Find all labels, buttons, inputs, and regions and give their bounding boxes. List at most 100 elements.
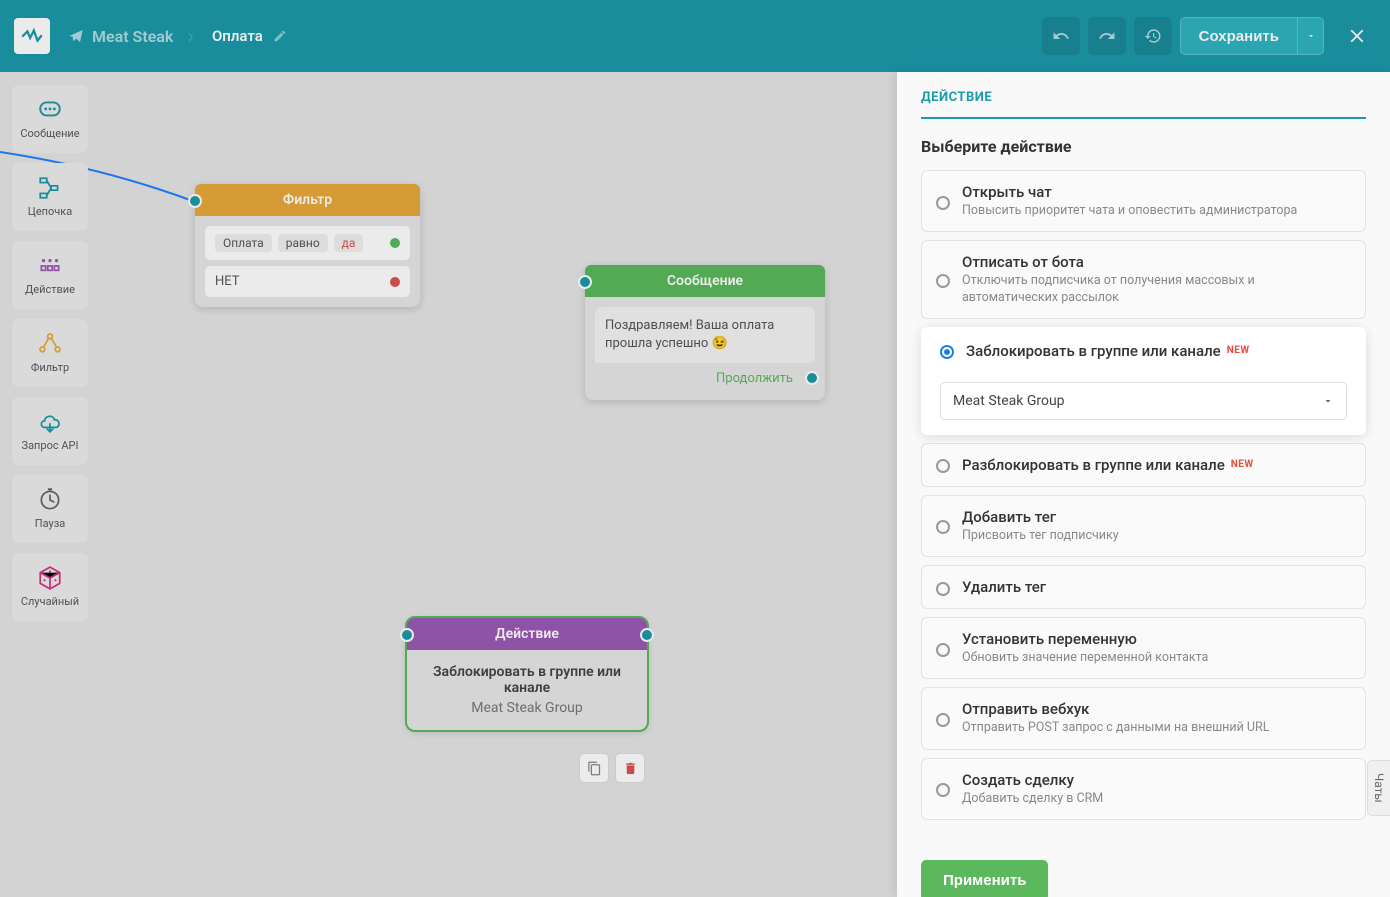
node-toolbar (579, 753, 645, 783)
node-filter[interactable]: Фильтр Оплата равно да НЕТ (195, 184, 420, 307)
action-option-2[interactable]: Заблокировать в группе или каналеNEW Meat… (921, 327, 1366, 435)
filter-row-yes[interactable]: Оплата равно да (205, 226, 410, 260)
telegram-icon (68, 28, 84, 44)
action-description: Отключить подписчика от получения массов… (962, 273, 1351, 306)
filter-val: да (334, 234, 364, 252)
header-bar: Meat Steak › Оплата Сохранить (0, 0, 1390, 72)
action-label: Отписать от бота (962, 253, 1351, 271)
duplicate-button[interactable] (579, 753, 609, 783)
action-label: Отправить вебхук (962, 700, 1269, 718)
action-label: Заблокировать в группе или каналеNEW (966, 342, 1347, 360)
action-option-4[interactable]: Добавить тег Присвоить тег подписчику (921, 495, 1366, 557)
filter-icon (37, 331, 63, 357)
node-action-header: Действие (407, 618, 647, 650)
action-option-5[interactable]: Удалить тег (921, 565, 1366, 609)
action-label: Открыть чат (962, 183, 1297, 201)
action-option-3[interactable]: Разблокировать в группе или каналеNEW (921, 443, 1366, 487)
tool-sidebar: Сообщение Цепочка Действие Фильтр Запрос… (12, 85, 88, 621)
radio-icon (936, 274, 950, 288)
delete-button[interactable] (615, 753, 645, 783)
sidebar-label: Случайный (21, 596, 79, 608)
chain-icon (37, 175, 63, 201)
message-icon (37, 97, 63, 123)
sidebar-item-api[interactable]: Запрос API (12, 397, 88, 465)
radio-icon (936, 520, 950, 534)
action-panel: ДЕЙСТВИЕ Выберите действие Открыть чат По… (897, 72, 1390, 897)
action-label: Добавить тег (962, 508, 1119, 526)
action-icon (37, 253, 63, 279)
history-button[interactable] (1134, 17, 1172, 55)
port-out[interactable] (805, 371, 819, 385)
port-out[interactable] (640, 628, 654, 642)
port-in[interactable] (400, 628, 414, 642)
filter-no-label: НЕТ (215, 274, 240, 289)
redo-button[interactable] (1088, 17, 1126, 55)
radio-icon (940, 345, 954, 359)
sidebar-label: Фильтр (31, 362, 69, 374)
node-action[interactable]: Действие Заблокировать в группе или кана… (407, 618, 647, 730)
radio-icon (936, 713, 950, 727)
filter-row-no[interactable]: НЕТ (205, 266, 410, 297)
group-select-dropdown[interactable]: Meat Steak Group (940, 382, 1347, 420)
node-message[interactable]: Сообщение Поздравляем! Ваша оплата прошл… (585, 265, 825, 400)
breadcrumb-separator: › (187, 24, 194, 49)
action-label: Разблокировать в группе или каналеNEW (962, 456, 1254, 474)
chats-tab[interactable]: Чаты (1367, 760, 1390, 816)
action-description: Повысить приоритет чата и оповестить адм… (962, 203, 1297, 219)
panel-heading: Выберите действие (921, 137, 1366, 156)
action-label: Удалить тег (962, 578, 1046, 596)
sidebar-label: Действие (25, 284, 75, 296)
node-message-header: Сообщение (585, 265, 825, 297)
sidebar-label: Пауза (35, 518, 66, 530)
edit-icon[interactable] (273, 29, 287, 43)
new-badge: NEW (1227, 345, 1250, 356)
filter-var: Оплата (215, 234, 272, 252)
bot-name-label: Meat Steak (92, 27, 173, 46)
message-body: Поздравляем! Ваша оплата прошла успешно … (595, 307, 815, 363)
action-heading: Заблокировать в группе или канале (417, 664, 637, 696)
message-continue[interactable]: Продолжить (595, 363, 815, 390)
port-in[interactable] (578, 275, 592, 289)
app-logo[interactable] (14, 18, 50, 54)
sidebar-item-action[interactable]: Действие (12, 241, 88, 309)
sidebar-item-random[interactable]: Случайный (12, 553, 88, 621)
action-description: Добавить сделку в CRM (962, 791, 1103, 807)
action-description: Присвоить тег подписчику (962, 528, 1119, 544)
sidebar-label: Цепочка (28, 206, 72, 218)
save-dropdown-button[interactable] (1298, 17, 1324, 55)
radio-icon (936, 783, 950, 797)
radio-icon (936, 643, 950, 657)
close-button[interactable] (1338, 17, 1376, 55)
breadcrumb-label: Оплата (212, 27, 263, 45)
action-sub: Meat Steak Group (417, 700, 637, 716)
pause-icon (37, 487, 63, 513)
sidebar-label: Сообщение (20, 128, 79, 140)
filter-op: равно (278, 234, 328, 252)
sidebar-item-filter[interactable]: Фильтр (12, 319, 88, 387)
filter-dot-green (390, 238, 400, 248)
new-badge: NEW (1231, 459, 1254, 470)
action-description: Отправить POST запрос с данными на внешн… (962, 720, 1269, 736)
action-description: Обновить значение переменной контакта (962, 650, 1208, 666)
radio-icon (936, 459, 950, 473)
sidebar-item-pause[interactable]: Пауза (12, 475, 88, 543)
action-option-8[interactable]: Создать сделку Добавить сделку в CRM (921, 758, 1366, 820)
breadcrumb-item[interactable]: Оплата (212, 27, 287, 45)
action-label: Создать сделку (962, 771, 1103, 789)
action-option-6[interactable]: Установить переменнуюОбновить значение п… (921, 617, 1366, 679)
action-option-7[interactable]: Отправить вебхук Отправить POST запрос с … (921, 687, 1366, 749)
sidebar-item-chain[interactable]: Цепочка (12, 163, 88, 231)
port-in[interactable] (188, 194, 202, 208)
api-icon (37, 409, 63, 435)
action-option-0[interactable]: Открыть чат Повысить приоритет чата и опо… (921, 170, 1366, 232)
action-option-1[interactable]: Отписать от бота Отключить подписчика от … (921, 240, 1366, 319)
filter-dot-red (390, 277, 400, 287)
sidebar-item-message[interactable]: Сообщение (12, 85, 88, 153)
undo-button[interactable] (1042, 17, 1080, 55)
node-filter-header: Фильтр (195, 184, 420, 216)
chevron-down-icon (1322, 395, 1334, 407)
panel-title: ДЕЙСТВИЕ (921, 90, 1366, 119)
bot-name[interactable]: Meat Steak (68, 27, 173, 46)
apply-button[interactable]: Применить (921, 860, 1048, 897)
save-button[interactable]: Сохранить (1180, 17, 1298, 55)
